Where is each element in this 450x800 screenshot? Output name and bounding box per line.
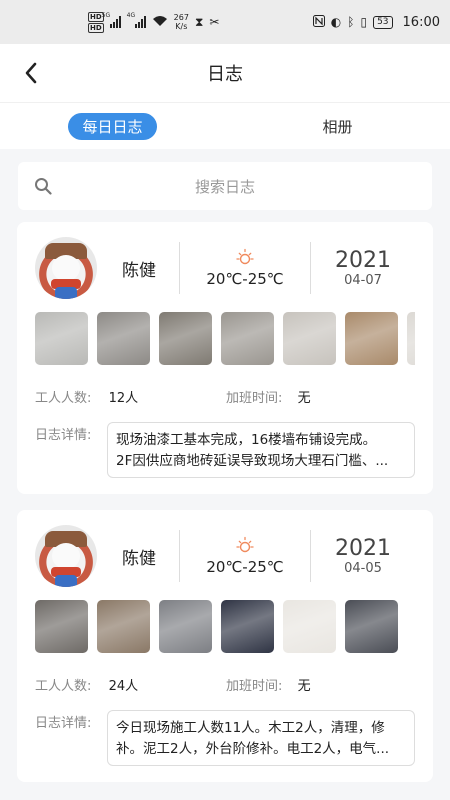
status-bar: HD HD 5G 4G 267 K/s ⧗ ✂ ◐ ᛒ ▯ 53 16:00	[0, 0, 450, 44]
do-not-disturb-icon: ◐	[330, 15, 342, 29]
log-year: 2021	[335, 248, 391, 273]
photo-thumbnail[interactable]	[35, 312, 88, 365]
signal-icon: 4G	[127, 12, 146, 28]
photo-thumbnail[interactable]	[283, 600, 336, 653]
network-speed: 267 K/s	[173, 13, 189, 31]
overtime-value: 无	[297, 391, 311, 406]
temperature: 20℃-25℃	[206, 270, 284, 288]
detail-line: 今日现场施工人数11人。木工2人，清理，修	[116, 720, 385, 736]
search-input[interactable]: 搜索日志	[18, 162, 432, 210]
tab-daily-log[interactable]: 每日日志	[0, 112, 225, 140]
photo-thumbnail[interactable]	[345, 312, 398, 365]
log-month-day: 04-07	[344, 273, 382, 288]
tab-bar: 每日日志 相册	[0, 102, 450, 149]
detail-label: 日志详情:	[35, 428, 92, 443]
back-button[interactable]	[20, 61, 44, 85]
wifi-icon	[152, 15, 168, 30]
search-icon	[35, 178, 52, 195]
page-title: 日志	[207, 64, 243, 85]
photo-strip	[35, 600, 415, 655]
overtime-label: 加班时间:	[225, 391, 283, 406]
hourglass-icon: ⧗	[194, 14, 204, 29]
signal-icon: 5G	[102, 12, 121, 28]
nav-bar: 日志	[0, 44, 450, 102]
bird-icon: ✂	[209, 15, 220, 29]
sun-icon	[236, 248, 254, 265]
detail-line: 2F因供应商地砖延误导致现场大理石门槛、...	[116, 453, 389, 469]
photo-thumbnail[interactable]	[97, 600, 150, 653]
battery-icon: 53	[373, 15, 393, 29]
log-card[interactable]: 陈健 20℃-25℃ 2021 04-05 工人人数: 24人 加班时间: 无 …	[17, 510, 433, 782]
workers-value: 12人	[108, 391, 139, 406]
log-card[interactable]: 陈健 20℃-25℃ 2021 04-07 工人人数: 12人 加班时间: 无 …	[17, 222, 433, 494]
photo-thumbnail[interactable]	[159, 600, 212, 653]
photo-thumbnail[interactable]	[221, 600, 274, 653]
search-placeholder: 搜索日志	[194, 177, 255, 196]
workers-value: 24人	[108, 679, 139, 694]
photo-thumbnail[interactable]	[97, 312, 150, 365]
log-date: 2021 04-05	[311, 536, 415, 576]
detail-text[interactable]: 今日现场施工人数11人。木工2人，清理，修 补。泥工2人，外台阶修补。电工2人，…	[107, 710, 415, 766]
nfc-icon	[312, 14, 325, 30]
workers-label: 工人人数:	[35, 679, 92, 694]
log-month-day: 04-05	[344, 561, 382, 576]
detail-line: 补。泥工2人，外台阶修补。电工2人，电气...	[116, 741, 390, 757]
weather: 20℃-25℃	[180, 536, 310, 576]
overtime-label: 加班时间:	[225, 679, 283, 694]
avatar	[35, 525, 97, 587]
photo-thumbnail[interactable]	[35, 600, 88, 653]
weather: 20℃-25℃	[180, 248, 310, 288]
detail-text[interactable]: 现场油漆工基本完成，16楼墙布铺设完成。 2F因供应商地砖延误导致现场大理石门槛…	[107, 422, 415, 478]
photo-thumbnail[interactable]	[221, 312, 274, 365]
temperature: 20℃-25℃	[206, 558, 284, 576]
vibrate-icon: ▯	[360, 15, 368, 29]
photo-strip	[35, 312, 415, 367]
workers-label: 工人人数:	[35, 391, 92, 406]
detail-line: 现场油漆工基本完成，16楼墙布铺设完成。	[116, 432, 377, 448]
log-date: 2021 04-07	[311, 248, 415, 288]
bluetooth-icon: ᛒ	[347, 15, 355, 29]
tab-label: 每日日志	[68, 112, 157, 140]
photo-thumbnail[interactable]	[159, 312, 212, 365]
avatar	[35, 237, 97, 299]
tab-album[interactable]: 相册	[225, 116, 450, 137]
chevron-left-icon	[25, 62, 37, 84]
clock: 16:00	[402, 14, 440, 30]
photo-thumbnail[interactable]	[345, 600, 398, 653]
author-name: 陈健	[122, 548, 156, 569]
overtime-value: 无	[297, 679, 311, 694]
author-name: 陈健	[122, 260, 156, 281]
sun-icon	[236, 536, 254, 553]
log-year: 2021	[335, 536, 391, 561]
detail-label: 日志详情:	[35, 716, 92, 731]
photo-thumbnail[interactable]	[407, 312, 415, 365]
tab-label: 相册	[322, 117, 353, 136]
photo-thumbnail[interactable]	[283, 312, 336, 365]
